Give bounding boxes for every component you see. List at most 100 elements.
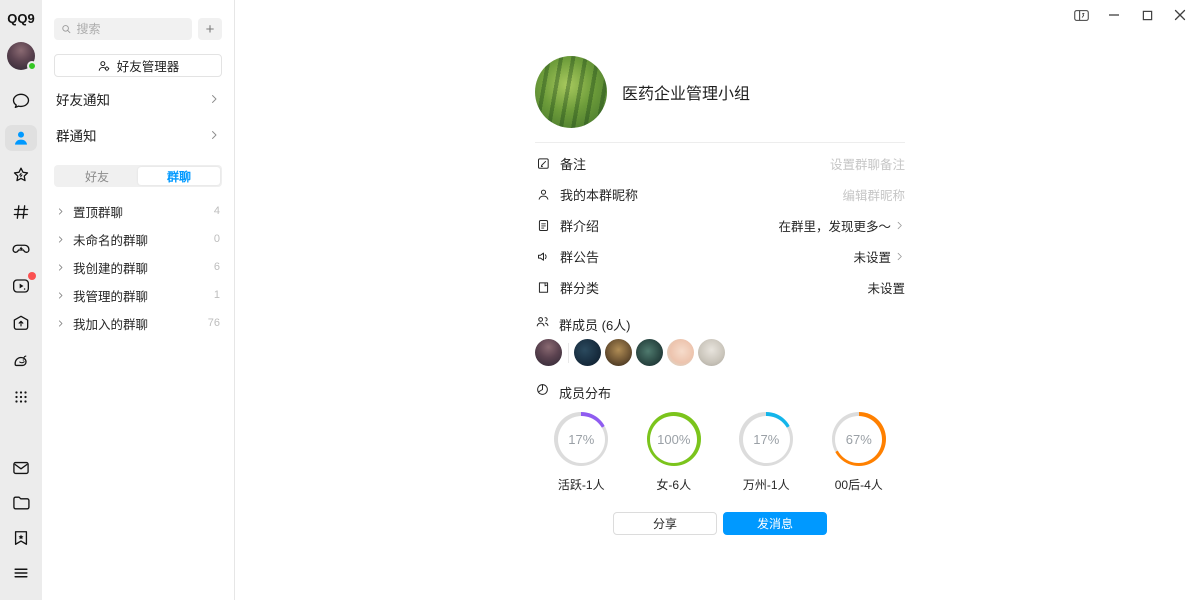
field-announcement[interactable]: 群公告 未设置 (535, 241, 905, 272)
field-label: 群介绍 (560, 216, 599, 235)
field-value[interactable]: 未设置 (853, 247, 891, 266)
member-avatar[interactable] (667, 339, 694, 366)
tab-groups[interactable]: 群聊 (138, 167, 220, 185)
pet-icon (11, 350, 31, 370)
star-icon (11, 165, 31, 185)
close-button[interactable] (1172, 7, 1188, 23)
mini-window-icon (1074, 9, 1089, 22)
donut-ring: 17% (554, 412, 608, 466)
friend-manager-icon (97, 59, 111, 73)
member-avatar[interactable] (698, 339, 725, 366)
messages-tab[interactable] (5, 88, 37, 114)
video-feed-tab[interactable] (5, 273, 37, 299)
document-icon (535, 218, 551, 234)
user-avatar[interactable] (7, 42, 35, 70)
donut-gender: 100% 女-6人 (628, 412, 721, 493)
person-icon (535, 187, 551, 203)
qq-app-window: QQ9 (0, 0, 1200, 600)
mini-app-tab[interactable] (5, 310, 37, 336)
edit-note-icon (535, 156, 551, 172)
expand-chevron-icon (56, 319, 65, 328)
channels-tab[interactable] (5, 199, 37, 225)
members-icon (535, 314, 550, 334)
donut-age: 67% 00后-4人 (813, 412, 906, 493)
maximize-button[interactable] (1139, 7, 1155, 23)
favorites-button[interactable] (5, 525, 37, 551)
speaker-icon (535, 249, 551, 265)
field-nickname[interactable]: 我的本群昵称 编辑群昵称 (535, 179, 905, 210)
files-button[interactable] (5, 490, 37, 516)
category-label: 我创建的群聊 (73, 258, 148, 277)
field-value[interactable]: 在群里，发现更多～ (778, 216, 891, 235)
contacts-tab[interactable] (5, 125, 37, 151)
qq9-logo: QQ9 (7, 8, 34, 28)
member-avatar[interactable] (636, 339, 663, 366)
donut-ring: 17% (739, 412, 793, 466)
menu-button[interactable] (5, 560, 37, 586)
group-category-managed[interactable]: 我管理的群聊 1 (54, 281, 222, 309)
member-avatar[interactable] (574, 339, 601, 366)
contacts-person-icon (11, 128, 31, 148)
category-count: 4 (214, 205, 220, 217)
mini-app-box-icon (11, 313, 31, 333)
game-controller-icon (11, 239, 31, 259)
category-count: 76 (208, 317, 220, 329)
donut-label: 万州-1人 (743, 476, 790, 493)
search-box[interactable] (54, 18, 192, 40)
mail-icon (11, 458, 31, 478)
mini-window-button[interactable] (1073, 7, 1089, 23)
channels-hash-icon (11, 202, 31, 222)
folder-icon (11, 493, 31, 513)
minimize-button[interactable] (1106, 7, 1122, 23)
tag-icon (535, 280, 551, 296)
field-value[interactable]: 编辑群昵称 (842, 185, 905, 204)
pet-tab[interactable] (5, 347, 37, 373)
expand-chevron-icon (56, 207, 65, 216)
chevron-right-icon (894, 220, 905, 231)
group-category-pinned[interactable]: 置顶群聊 4 (54, 197, 222, 225)
search-input[interactable] (77, 22, 186, 36)
add-button[interactable]: + (198, 18, 222, 40)
member-distribution-charts: 17% 活跃-1人 100% 女-6人 17% 万州-1人 67% 00后-4人 (535, 412, 905, 493)
member-avatar[interactable] (535, 339, 562, 366)
notification-badge (28, 272, 36, 280)
send-message-button[interactable]: 发消息 (723, 512, 827, 535)
field-value[interactable]: 未设置 (867, 278, 905, 297)
window-controls (1073, 7, 1188, 23)
group-profile-card: 医药企业管理小组 备注 设置群聊备注 我的本群昵称 编辑群昵称 群介绍 (535, 0, 905, 535)
more-apps-grid-icon (12, 388, 30, 406)
friend-manager-button[interactable]: 好友管理器 (54, 54, 222, 77)
mail-button[interactable] (5, 455, 37, 481)
field-value[interactable]: 设置群聊备注 (830, 154, 905, 173)
group-notices-item[interactable]: 群通知 (54, 121, 222, 149)
divider (535, 142, 905, 143)
donut-location: 17% 万州-1人 (720, 412, 813, 493)
contacts-tabs: 好友 群聊 (54, 165, 222, 187)
field-remark[interactable]: 备注 设置群聊备注 (535, 148, 905, 179)
more-apps-tab[interactable] (5, 384, 37, 410)
share-button[interactable]: 分享 (613, 512, 717, 535)
group-avatar[interactable] (535, 56, 607, 128)
chevron-right-icon (208, 93, 220, 105)
games-tab[interactable] (5, 236, 37, 262)
star-tab[interactable] (5, 162, 37, 188)
donut-label: 00后-4人 (835, 476, 883, 493)
category-count: 6 (214, 261, 220, 273)
group-category-joined[interactable]: 我加入的群聊 76 (54, 309, 222, 337)
distribution-label: 成员分布 (559, 383, 611, 402)
group-category-unnamed[interactable]: 未命名的群聊 0 (54, 225, 222, 253)
field-category[interactable]: 群分类 未设置 (535, 272, 905, 303)
member-avatar[interactable] (605, 339, 632, 366)
friend-notices-item[interactable]: 好友通知 (54, 85, 222, 113)
donut-percent: 67% (846, 432, 872, 447)
tab-friends[interactable]: 好友 (56, 167, 138, 185)
field-intro[interactable]: 群介绍 在群里，发现更多～ (535, 210, 905, 241)
left-icon-rail: QQ9 (0, 0, 42, 600)
group-category-created[interactable]: 我创建的群聊 6 (54, 253, 222, 281)
online-status-dot (27, 61, 37, 71)
members-section-header: 群成员 (6人) (535, 312, 905, 336)
friend-manager-label: 好友管理器 (117, 56, 180, 75)
category-count: 0 (214, 233, 220, 245)
donut-percent: 17% (753, 432, 779, 447)
members-label: 群成员 (6人) (559, 315, 631, 334)
